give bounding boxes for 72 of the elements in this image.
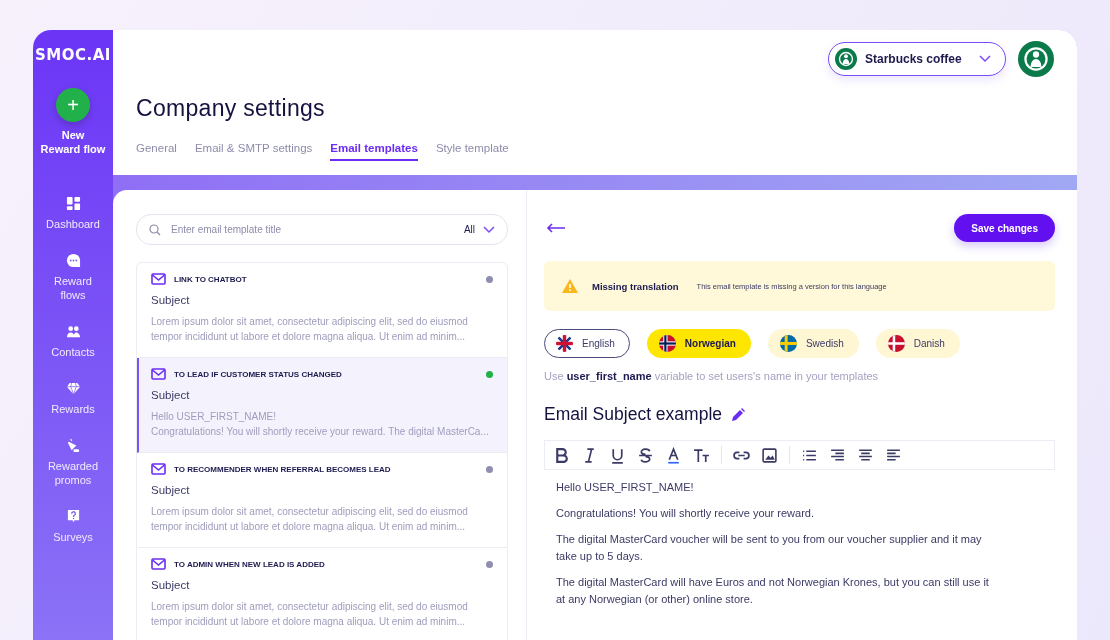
flag-icon: [556, 335, 573, 352]
language-chip[interactable]: Norwegian: [646, 329, 751, 358]
people-icon: [65, 324, 81, 339]
envelope-icon: [151, 558, 166, 570]
chevron-down-icon: [483, 225, 495, 234]
language-chip[interactable]: English: [544, 329, 630, 358]
template-subject: Subject: [151, 579, 191, 591]
template-preview: Lorem ipsum dolor sit amet, consectetur adipiscing elit, sed do eiusmod tempor incididunt ut labore et dolore magna aliqua. Ut enim ad minim...: [151, 315, 469, 344]
template-title: TO LEAD IF CUSTOMER STATUS CHANGED: [174, 369, 343, 379]
sidebar-item[interactable]: Dashboard: [34, 196, 112, 231]
company-selector[interactable]: Starbucks coffee: [828, 42, 1006, 76]
hint-text: Use user_first_name variable to set users's name in your templates: [544, 370, 880, 382]
sidebar-item[interactable]: Rewards: [34, 381, 112, 416]
template-subject: Subject: [151, 294, 191, 306]
template-preview: Hello USER_FIRST_NAME!: [151, 410, 278, 424]
dashboard-icon: [65, 196, 81, 211]
sidebar-item[interactable]: Contacts: [34, 324, 112, 359]
template-title: TO ADMIN WHEN NEW LEAD IS ADDED: [174, 559, 326, 569]
template-subject: Subject: [151, 389, 191, 401]
text-size-icon[interactable]: [693, 446, 710, 464]
help-icon: [65, 509, 81, 524]
email-paragraph: Congratulations! You will shortly receive your reward.: [556, 506, 816, 521]
new-flow-label: New Reward flow: [40, 128, 106, 156]
template-preview: Lorem ipsum dolor sit amet, consectetur adipiscing elit, sed do eiusmod tempor incididunt ut labore et dolore magna aliqua. Ut enim ad minim...: [151, 600, 469, 629]
tab[interactable]: Email templates: [330, 142, 418, 161]
email-paragraph: The digital MasterCard voucher will be sent to you from our voucher supplier and it may take up to 5 days.: [556, 532, 983, 564]
sidebar-item[interactable]: Surveys: [34, 509, 112, 544]
template-title: TO RECOMMENDER WHEN REFERRAL BECOMES LEAD: [174, 464, 392, 474]
template-card[interactable]: TO LEAD IF CUSTOMER STATUS CHANGED Subject Hello USER_FIRST_NAME! Congratulations! You will shortly receive your reward. The digital MasterCa...: [137, 358, 507, 453]
search-icon: [149, 223, 161, 236]
logo-icon: [835, 48, 857, 70]
envelope-icon: [151, 368, 166, 380]
save-button[interactable]: Save changes: [954, 214, 1055, 242]
email-paragraph: Hello USER_FIRST_NAME!: [556, 480, 695, 495]
chat-icon: [65, 253, 81, 268]
search-field[interactable]: Enter email template title All: [136, 214, 508, 245]
envelope-icon: [151, 463, 166, 475]
email-paragraph: The digital MasterCard will have Euros and not Norwegian Krones, but you can still use it at any Norwegian (or other) online store.: [556, 575, 990, 607]
template-card[interactable]: TO ADMIN WHEN NEW LEAD IS ADDED Subject Lorem ipsum dolor sit amet, consectetur adipiscing elit, sed do eiusmod tempor incididunt ut labore et dolore magna aliqua. Ut enim ad minim...: [137, 548, 507, 640]
chevron-down-icon: [979, 55, 991, 63]
align-right-icon[interactable]: [829, 446, 846, 464]
template-preview: Congratulations! You will shortly receive your reward. The digital MasterCa...: [151, 425, 490, 439]
language-chip[interactable]: Swedish: [767, 329, 859, 358]
back-arrow-icon[interactable]: [546, 223, 566, 233]
bold-icon[interactable]: [553, 446, 570, 464]
underline-icon[interactable]: [609, 446, 626, 464]
sidebar-item[interactable]: Rewarded promos: [34, 438, 112, 487]
flag-icon: [658, 335, 676, 352]
avatar: [1018, 41, 1054, 77]
language-chip[interactable]: Danish: [875, 329, 960, 358]
flag-icon: [779, 335, 797, 352]
page-title: Company settings: [136, 95, 326, 122]
text-color-icon[interactable]: [665, 446, 682, 464]
template-card[interactable]: TO RECOMMENDER WHEN REFERRAL BECOMES LEAD Subject Lorem ipsum dolor sit amet, consectetur adipiscing elit, sed do eiusmod tempor incididunt ut labore et dolore magna aliqua. Ut enim ad minim...: [137, 453, 507, 548]
template-title: LINK TO CHATBOT: [174, 274, 248, 284]
logo: SMOC.AI: [35, 46, 111, 64]
image-icon[interactable]: [761, 446, 778, 464]
template-preview: Lorem ipsum dolor sit amet, consectetur adipiscing elit, sed do eiusmod tempor incididunt ut labore et dolore magna aliqua. Ut enim ad minim...: [151, 505, 469, 534]
warning-title: Missing translation: [592, 280, 679, 292]
template-subject: Subject: [151, 484, 191, 496]
pencil-icon[interactable]: [731, 407, 745, 422]
align-center-icon[interactable]: [857, 446, 874, 464]
warning-icon: [562, 279, 578, 293]
flag-icon: [887, 335, 905, 352]
envelope-icon: [151, 273, 166, 285]
align-left-icon[interactable]: [885, 446, 902, 464]
diamond-icon: [65, 381, 81, 396]
subject-title: Email Subject example: [544, 404, 722, 425]
strikethrough-icon[interactable]: [637, 446, 654, 464]
sidebar-item[interactable]: Reward flows: [34, 253, 112, 302]
megaphone-icon: [65, 438, 81, 453]
filter-dropdown[interactable]: All: [463, 224, 495, 235]
